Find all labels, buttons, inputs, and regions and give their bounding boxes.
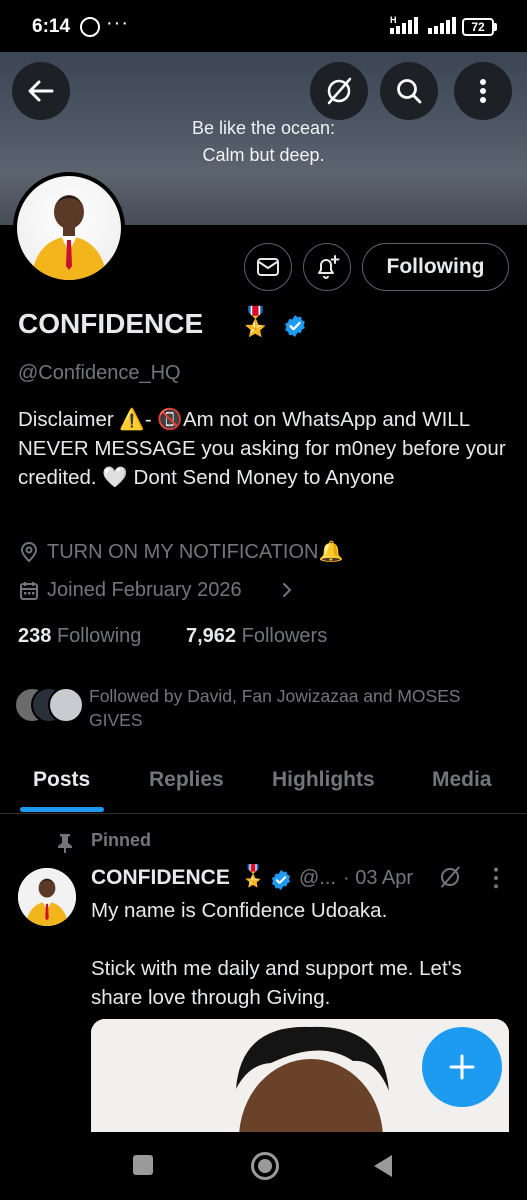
post-author-handle: @...: [299, 867, 336, 889]
bell-plus-icon: [318, 255, 340, 279]
post-grok-icon[interactable]: [438, 865, 462, 889]
active-tab-indicator: [20, 807, 104, 812]
chevron-right-icon[interactable]: [280, 579, 294, 601]
avatar-portrait: [31, 195, 107, 280]
following-count-link[interactable]: 238 Following: [18, 625, 141, 648]
profile-tabs: Posts Replies Highlights Media: [0, 752, 527, 814]
battery-tip: [494, 23, 497, 31]
banner-text-line1: Be like the ocean:: [191, 118, 336, 138]
search-icon: [397, 79, 422, 104]
profile-display-name: CONFIDENCE: [18, 308, 204, 339]
tab-highlights[interactable]: Highlights: [272, 768, 375, 792]
back-button[interactable]: [12, 62, 70, 120]
calendar-icon: [20, 582, 38, 600]
signal-strength-2-icon: [428, 17, 456, 34]
post-avatar-portrait: [18, 868, 76, 926]
message-button[interactable]: [244, 243, 292, 291]
notifications-button[interactable]: [303, 243, 351, 291]
signal-strength-icon: H: [390, 15, 418, 34]
battery-icon: 72: [462, 18, 494, 36]
location-pin-icon: [20, 542, 38, 563]
envelope-icon: [257, 258, 279, 276]
recent-apps-button[interactable]: [133, 1155, 153, 1175]
profile-joined-date[interactable]: Joined February 2026: [47, 579, 242, 602]
nav-back-icon[interactable]: [372, 1153, 394, 1179]
grok-button[interactable]: [310, 62, 368, 120]
tab-media[interactable]: Media: [432, 768, 492, 792]
post-date[interactable]: · 03 Apr: [343, 867, 413, 890]
following-label: Following: [56, 625, 142, 647]
post-author-avatar[interactable]: [18, 868, 76, 926]
compose-post-button[interactable]: [422, 1027, 502, 1107]
pinned-label: Pinned: [91, 830, 152, 850]
profile-handle: @Confidence_HQ: [18, 362, 181, 384]
plus-icon: [449, 1054, 475, 1080]
more-options-button[interactable]: [454, 62, 512, 120]
back-arrow-icon: [28, 80, 54, 102]
search-button[interactable]: [380, 62, 438, 120]
status-time: 6:14: [32, 16, 71, 37]
followed-by-text[interactable]: Followed by David, Fan Jowizazaa and MOS…: [89, 684, 509, 732]
post-author-name[interactable]: CONFIDENCE: [91, 866, 230, 890]
followed-by-avatars[interactable]: [14, 687, 84, 725]
tab-posts[interactable]: Posts: [33, 768, 90, 792]
following-count: 238: [18, 625, 52, 647]
verified-badge-icon[interactable]: [283, 314, 307, 338]
svg-text:H: H: [390, 15, 397, 25]
more-vertical-icon: [480, 79, 486, 103]
followers-label: Followers: [241, 625, 328, 647]
grok-icon: [327, 77, 352, 105]
profile-avatar[interactable]: [17, 176, 121, 280]
post-more-icon[interactable]: [491, 866, 501, 890]
whatsapp-icon: [80, 17, 100, 37]
home-button-dot: [258, 1159, 272, 1173]
medal-icon: 🎖️: [238, 306, 273, 337]
profile-bio: Disclaimer ⚠️- 📵Am not on WhatsApp and W…: [18, 408, 506, 489]
pin-icon: [58, 834, 72, 853]
tab-replies[interactable]: Replies: [149, 768, 224, 792]
status-more-dots: ···: [106, 12, 129, 34]
post-verified-badge-icon: [271, 869, 291, 891]
followers-count: 7,962: [186, 625, 237, 647]
follower-avatar: [48, 687, 84, 723]
profile-location: TURN ON MY NOTIFICATION🔔: [47, 541, 344, 563]
following-button[interactable]: Following: [362, 243, 509, 291]
banner-text-line2: Calm but deep.: [202, 145, 325, 165]
post-text: My name is Confidence Udoaka. Stick with…: [91, 899, 462, 1009]
followers-count-link[interactable]: 7,962 Followers: [186, 625, 327, 648]
post-medal-icon: 🎖️: [240, 865, 267, 888]
